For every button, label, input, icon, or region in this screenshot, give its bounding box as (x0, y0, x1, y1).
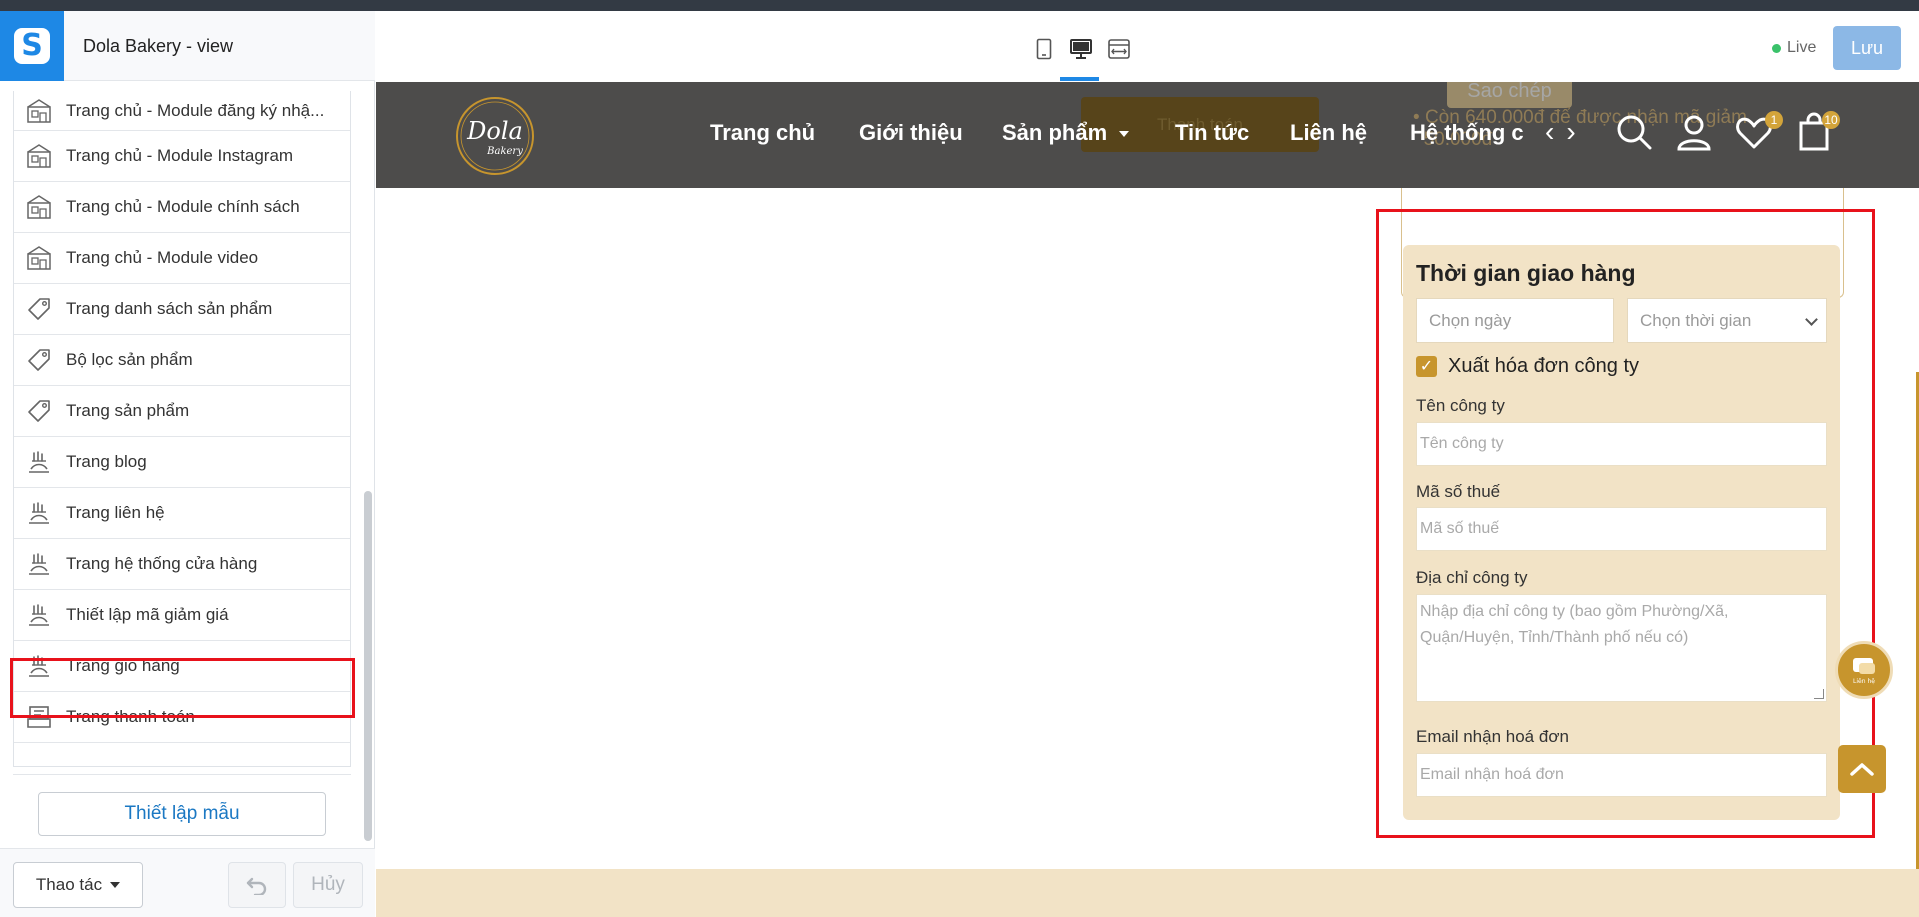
wishlist-count-badge: 1 (1765, 111, 1783, 129)
sidebar-footer: Thao tác Hủy (0, 848, 375, 917)
highlight-box-delivery-panel (1376, 209, 1875, 838)
home-icon (26, 143, 52, 169)
template-settings-button[interactable]: Thiết lập mẫu (38, 792, 326, 836)
blog-icon (26, 449, 52, 475)
caret-down-icon (1119, 131, 1130, 138)
cart-count-badge: 10 (1822, 111, 1840, 129)
expand-width-icon (1108, 39, 1130, 59)
live-dot-icon (1772, 43, 1781, 53)
logo-text: Dola (466, 117, 523, 145)
blog-icon (26, 500, 52, 526)
nav-home[interactable]: Trang chủ (710, 120, 815, 146)
home-icon (26, 245, 52, 271)
app-logo[interactable]: S (0, 11, 64, 81)
tag-icon (26, 398, 52, 424)
nav-scroll-arrows[interactable]: ‹› (1545, 116, 1588, 148)
undo-button[interactable] (228, 862, 286, 908)
user-icon[interactable] (1674, 112, 1714, 152)
store-preview: Sao chép Thanh toán Sao chép • Còn 640.0… (376, 82, 1919, 917)
home-icon (26, 194, 52, 220)
home-icon (26, 98, 52, 124)
copy-coupon-button-behind: Sao chép (1447, 82, 1572, 108)
store-header: Thanh toán Sao chép • Còn 640.000đ để đư… (376, 82, 1919, 188)
sidebar-item[interactable]: Trang chủ - Module Instagram (14, 131, 350, 182)
sidebar-item-label: Trang chủ - Module đăng ký nhậ... (66, 100, 325, 120)
live-label: Live (1787, 39, 1817, 56)
actions-label: Thao tác (35, 875, 103, 894)
nav-news[interactable]: Tin tức (1175, 120, 1249, 146)
chat-icon: Liên hệ (1853, 658, 1875, 685)
site-title: Dola Bakery - view (83, 36, 234, 56)
chevron-up-icon (1850, 763, 1874, 776)
sapo-logo-icon: S (14, 28, 50, 64)
sidebar-item-label: Trang chủ - Module Instagram (66, 146, 294, 165)
sidebar-item-label: Trang hệ thống cửa hàng (66, 554, 258, 573)
window-top-strip (0, 0, 1919, 11)
blog-icon (26, 602, 52, 628)
nav-products-label: Sản phẩm (1002, 120, 1108, 145)
sidebar-item-label: Trang liên hệ (66, 503, 165, 522)
sidebar-item-label: Thiết lập mã giảm giá (66, 605, 229, 624)
sidebar-header: S Dola Bakery - view (0, 11, 375, 81)
caret-down-icon (110, 882, 121, 888)
logo-subtext: Bakery (486, 146, 523, 157)
tag-icon (26, 347, 52, 373)
sidebar-item-label: Trang sản phẩm (66, 401, 190, 420)
mobile-icon (1036, 38, 1052, 60)
live-status: Live (1772, 39, 1816, 57)
sidebar-divider (13, 774, 351, 775)
dola-bakery-logo[interactable]: Dola Bakery (453, 94, 537, 178)
sidebar-item[interactable]: Trang sản phẩm (14, 386, 350, 437)
store-footer-band (376, 869, 1919, 917)
sidebar-item-label: Bộ lọc sản phẩm (66, 350, 193, 369)
sidebar-item[interactable]: Bộ lọc sản phẩm (14, 335, 350, 386)
sidebar-item[interactable]: Trang hệ thống cửa hàng (14, 539, 350, 590)
nav-about[interactable]: Giới thiệu (859, 120, 963, 146)
sidebar-item[interactable]: Trang chủ - Module đăng ký nhậ... (14, 91, 350, 131)
sidebar-item[interactable]: Trang danh sách sản phẩm (14, 284, 350, 335)
sidebar: S Dola Bakery - view Trang chủ - Module … (0, 11, 375, 917)
chat-label: Liên hệ (1853, 678, 1875, 685)
desktop-icon (1070, 39, 1092, 59)
nav-contact[interactable]: Liên hệ (1290, 120, 1367, 146)
fullwidth-view-button[interactable] (1106, 36, 1132, 62)
sidebar-item[interactable]: Trang chủ - Module chính sách (14, 182, 350, 233)
mobile-view-button[interactable] (1031, 36, 1057, 62)
sidebar-item[interactable]: Trang chủ - Module video (14, 233, 350, 284)
sidebar-item[interactable]: Trang blog (14, 437, 350, 488)
sidebar-item-label: Trang danh sách sản phẩm (66, 299, 273, 318)
sidebar-item-label: Trang chủ - Module chính sách (66, 197, 300, 216)
sidebar-scrollbar[interactable] (364, 491, 372, 841)
save-button[interactable]: Lưu (1833, 26, 1901, 70)
sidebar-item[interactable]: Trang liên hệ (14, 488, 350, 539)
blog-icon (26, 551, 52, 577)
highlight-box-cart-page (10, 658, 355, 718)
nav-stores[interactable]: Hệ thống c (1410, 120, 1524, 146)
tag-icon (26, 296, 52, 322)
nav-products[interactable]: Sản phẩm (1002, 120, 1130, 146)
sidebar-item-label: Trang chủ - Module video (66, 248, 259, 267)
active-view-indicator (1060, 77, 1099, 81)
sidebar-item-label: Trang blog (66, 452, 147, 471)
editor-toolbar: Live Lưu (376, 11, 1919, 82)
sidebar-item[interactable]: Thiết lập mã giảm giá (14, 590, 350, 641)
contact-chat-button[interactable]: Liên hệ (1835, 641, 1893, 699)
back-to-top-button[interactable] (1838, 745, 1886, 793)
search-icon[interactable] (1614, 112, 1654, 152)
desktop-view-button[interactable] (1068, 36, 1094, 62)
undo-icon (246, 877, 267, 895)
cancel-button[interactable]: Hủy (293, 862, 363, 908)
actions-dropdown-button[interactable]: Thao tác (13, 862, 143, 908)
